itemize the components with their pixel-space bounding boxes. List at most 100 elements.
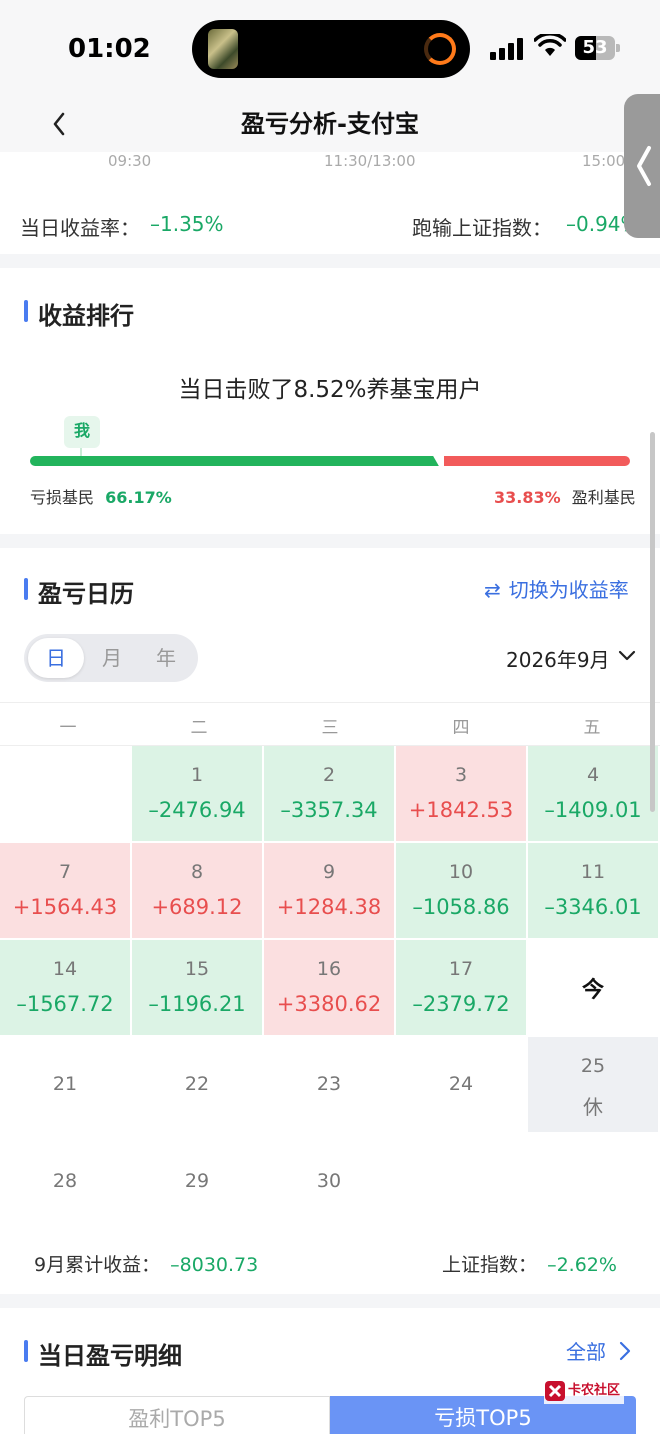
- calendar-day-pnl: –3357.34: [280, 798, 378, 822]
- segment-month[interactable]: 月: [84, 638, 140, 678]
- calendar-day-cell[interactable]: 17 –2379.72: [396, 940, 526, 1035]
- calendar-day-number: 24: [448, 1073, 474, 1095]
- calendar-day-pnl: +689.12: [151, 895, 243, 919]
- month-index-label: 上证指数：: [442, 1254, 538, 1276]
- calendar-day-cell[interactable]: 8 +689.12: [132, 843, 262, 938]
- calendar-day-cell[interactable]: 25 休: [528, 1037, 658, 1132]
- media-thumbnail-icon: [208, 29, 238, 69]
- time-tick: 11:30/13:00: [324, 152, 416, 170]
- calendar-day-number: 7: [58, 861, 72, 883]
- calendar-day-number: 2: [322, 764, 336, 786]
- calendar-day-cell[interactable]: 22: [132, 1037, 262, 1132]
- loss-share-bar: [30, 456, 444, 466]
- time-tick: 15:00: [582, 152, 626, 170]
- scrollbar[interactable]: [650, 432, 655, 812]
- status-bar: 01:02 53: [0, 0, 660, 96]
- calendar-day-number: 15: [184, 958, 210, 980]
- calendar-section-title: 盈亏日历: [24, 574, 134, 609]
- calendar-day-cell[interactable]: 9 +1284.38: [264, 843, 394, 938]
- weekday-label: 二: [190, 718, 208, 738]
- calendar-day-cell[interactable]: 14 –1567.72: [0, 940, 130, 1035]
- intraday-card: 09:30 11:30/13:00 15:00 当日收益率： –1.35% 跑输…: [0, 152, 660, 254]
- calendar-day-cell[interactable]: 10 –1058.86: [396, 843, 526, 938]
- calendar-day-number: 28: [52, 1170, 78, 1192]
- chevron-right-icon: [620, 1341, 631, 1361]
- calendar-day-pnl: –1567.72: [16, 992, 114, 1016]
- calendar-day-cell[interactable]: 23: [264, 1037, 394, 1132]
- calendar-day-pnl: –1196.21: [148, 992, 246, 1016]
- tab-profit-top5[interactable]: 盈利TOP5: [24, 1396, 330, 1434]
- weekday-label: 三: [321, 718, 339, 738]
- segment-day[interactable]: 日: [28, 638, 84, 678]
- calendar-day-pnl: +1284.38: [276, 895, 382, 919]
- loss-label: 亏损基民: [30, 488, 95, 507]
- period-segmented-control: 日 月 年: [24, 634, 198, 682]
- calendar-day-cell[interactable]: 3 +1842.53: [396, 746, 526, 841]
- battery-icon: 53: [575, 36, 621, 60]
- calendar-day-number: 14: [52, 958, 78, 980]
- month-index: 上证指数： –2.62%: [442, 1250, 617, 1277]
- calendar-day-number: 1: [190, 764, 204, 786]
- calendar-day-number: 30: [316, 1170, 342, 1192]
- swap-icon: ⇄: [484, 578, 501, 602]
- time-tick: 09:30: [108, 152, 152, 170]
- calendar-day-number: 22: [184, 1073, 210, 1095]
- wifi-icon: [534, 34, 566, 56]
- floating-side-tab[interactable]: [624, 94, 660, 238]
- calendar-day-cell[interactable]: 16 +3380.62: [264, 940, 394, 1035]
- calendar-day-cell[interactable]: 今: [528, 940, 658, 1035]
- dynamic-island[interactable]: [192, 20, 470, 78]
- chevron-left-icon: [637, 146, 651, 186]
- calendar-day-pnl: –2476.94: [148, 798, 246, 822]
- calendar-day-number: 8: [190, 861, 204, 883]
- profit-label: 盈利基民: [571, 488, 636, 507]
- chevron-down-icon[interactable]: [618, 650, 636, 662]
- weekday-header: 一 二 三 四 五: [0, 702, 660, 746]
- segment-year[interactable]: 年: [138, 638, 194, 678]
- calendar-today-label: 今: [581, 978, 604, 1003]
- watermark-logo-icon: [545, 1381, 565, 1401]
- calendar-day-cell[interactable]: 21: [0, 1037, 130, 1132]
- calendar-day-cell[interactable]: 24: [396, 1037, 526, 1132]
- month-total-value: –8030.73: [170, 1254, 259, 1276]
- cellular-signal-icon: [490, 36, 526, 60]
- calendar-day-number: 4: [586, 764, 600, 786]
- view-all-link[interactable]: 全部: [566, 1336, 632, 1365]
- weekday-label: 五: [583, 718, 601, 738]
- calendar-day-cell[interactable]: 15 –1196.21: [132, 940, 262, 1035]
- status-time: 01:02: [68, 34, 151, 64]
- month-total: 9月累计收益： –8030.73: [34, 1250, 258, 1277]
- calendar-day-cell[interactable]: 11 –3346.01: [528, 843, 658, 938]
- calendar-day-pnl: –1409.01: [544, 798, 642, 822]
- month-picker[interactable]: 2026年9月: [506, 644, 610, 673]
- community-watermark: 卡农社区: [544, 1378, 624, 1404]
- calendar-day-cell[interactable]: 29: [132, 1134, 262, 1229]
- calendar-day-cell[interactable]: 7 +1564.43: [0, 843, 130, 938]
- detail-section-title: 当日盈亏明细: [24, 1336, 182, 1371]
- month-total-label: 9月累计收益：: [34, 1254, 161, 1276]
- loss-value: 66.17%: [105, 488, 172, 507]
- calendar-day-number: 21: [52, 1073, 78, 1095]
- calendar-day-pnl: +1842.53: [408, 798, 514, 822]
- watermark-text: 卡农社区: [568, 1383, 621, 1398]
- calendar-day-pnl: –1058.86: [412, 895, 510, 919]
- progress-ring-icon: [424, 33, 456, 65]
- switch-label: 切换为收益率: [508, 578, 629, 602]
- calendar-day-number: 3: [454, 764, 468, 786]
- profit-legend: 33.83% 盈利基民: [494, 484, 636, 508]
- calendar-day-cell[interactable]: 30: [264, 1134, 394, 1229]
- ranking-section-title: 收益排行: [24, 296, 134, 331]
- battery-level: 53: [582, 37, 608, 58]
- calendar-day-cell[interactable]: 2 –3357.34: [264, 746, 394, 841]
- calendar-day-number: 9: [322, 861, 336, 883]
- weekday-label: 四: [452, 718, 470, 738]
- calendar-day-cell[interactable]: 28: [0, 1134, 130, 1229]
- calendar-day-pnl: +1564.43: [12, 895, 118, 919]
- time-axis: 09:30 11:30/13:00 15:00: [0, 152, 660, 192]
- calendar-day-cell[interactable]: 1 –2476.94: [132, 746, 262, 841]
- calendar-day-number: 10: [448, 861, 474, 883]
- nav-bar: 盈亏分析-支付宝: [0, 96, 660, 152]
- calendar-day-cell[interactable]: 4 –1409.01: [528, 746, 658, 841]
- switch-to-rate-button[interactable]: ⇄ 切换为收益率: [484, 574, 629, 603]
- bar-divider: [432, 454, 446, 468]
